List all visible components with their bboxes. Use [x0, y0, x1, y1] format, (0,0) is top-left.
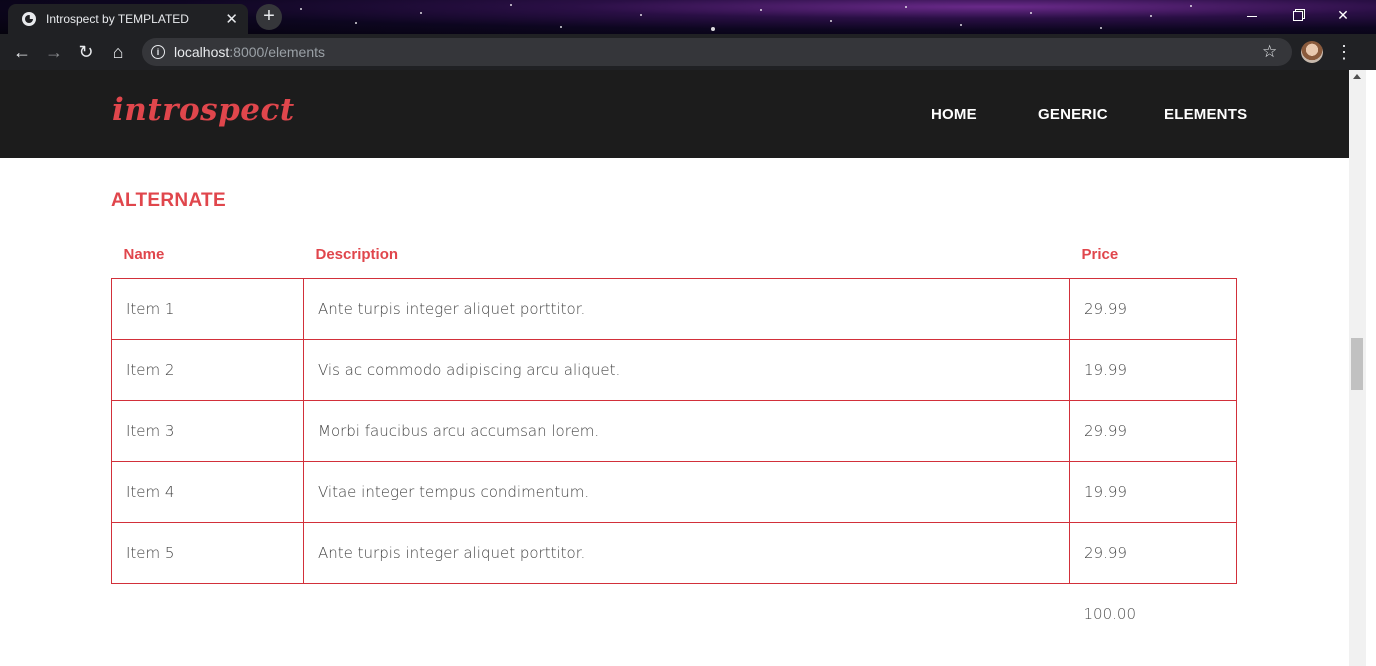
cell-price: 19.99: [1069, 461, 1237, 523]
table-header-row: Name Description Price: [112, 230, 1237, 279]
new-tab-button[interactable]: +: [256, 4, 282, 30]
info-icon[interactable]: i: [151, 45, 165, 59]
cell-description: Vitae integer tempus condimentum.: [303, 461, 1070, 523]
window-close-icon[interactable]: ✕: [1320, 0, 1366, 30]
nav-elements[interactable]: ELEMENTS: [1164, 106, 1247, 123]
cell-price: 19.99: [1069, 339, 1237, 401]
site-header: introspect HOME GENERIC ELEMENTS: [0, 70, 1349, 158]
url-path: :8000/elements: [229, 44, 325, 60]
table-row: Item 4 Vitae integer tempus condimentum.…: [111, 461, 1237, 523]
cell-name: Item 3: [111, 400, 304, 462]
header-price: Price: [1081, 245, 1119, 263]
globe-icon: [22, 12, 36, 26]
forward-icon[interactable]: →: [39, 34, 69, 70]
table-row: Item 5 Ante turpis integer aliquet portt…: [111, 522, 1237, 584]
header-description: Description: [315, 245, 399, 263]
scrollbar-thumb[interactable]: [1351, 338, 1363, 390]
cell-price: 29.99: [1069, 278, 1237, 340]
cell-description: Vis ac commodo adipiscing arcu aliquet.: [303, 339, 1070, 401]
alternate-table: Name Description Price Item 1 Ante turpi…: [111, 230, 1237, 644]
scroll-up-arrow-icon[interactable]: [1353, 74, 1361, 79]
cell-description: Ante turpis integer aliquet porttitor.: [303, 278, 1070, 340]
nav-home[interactable]: HOME: [931, 106, 977, 123]
address-bar[interactable]: i localhost:8000/elements: [142, 38, 1292, 66]
cell-name: Item 4: [111, 461, 304, 523]
section-title: ALTERNATE: [111, 190, 226, 211]
bookmark-star-icon[interactable]: ☆: [1262, 34, 1277, 70]
reload-icon[interactable]: ↻: [71, 34, 101, 70]
home-icon[interactable]: ⌂: [103, 34, 133, 70]
browser-toolbar: ← → ↻ ⌂ i localhost:8000/elements ☆ ⋮: [0, 34, 1376, 70]
tab-title: Introspect by TEMPLATED: [46, 12, 189, 26]
header-name: Name: [123, 245, 165, 263]
cell-name: Item 5: [111, 522, 304, 584]
footer-spacer: [112, 584, 1070, 645]
minimize-icon[interactable]: [1229, 0, 1275, 30]
table-footer-row: 100.00: [112, 584, 1237, 645]
cell-description: Ante turpis integer aliquet porttitor.: [303, 522, 1070, 584]
cell-description: Morbi faucibus arcu accumsan lorem.: [303, 400, 1070, 462]
browser-tab[interactable]: Introspect by TEMPLATED ✕: [8, 4, 248, 34]
table-row: Item 1 Ante turpis integer aliquet portt…: [111, 278, 1237, 340]
cell-name: Item 2: [111, 339, 304, 401]
site-logo[interactable]: introspect: [112, 92, 295, 128]
table-row: Item 2 Vis ac commodo adipiscing arcu al…: [111, 339, 1237, 401]
cell-price: 29.99: [1069, 400, 1237, 462]
menu-kebab-icon[interactable]: ⋮: [1334, 34, 1354, 70]
cell-name: Item 1: [111, 278, 304, 340]
cell-price: 29.99: [1069, 522, 1237, 584]
nav-generic[interactable]: GENERIC: [1038, 106, 1108, 123]
restore-icon[interactable]: [1275, 0, 1321, 30]
table-total: 100.00: [1083, 605, 1137, 623]
close-tab-icon[interactable]: ✕: [225, 12, 238, 27]
back-icon[interactable]: ←: [7, 34, 37, 70]
url-host: localhost: [174, 44, 230, 60]
browser-titlebar: Introspect by TEMPLATED ✕ + ✕: [0, 0, 1376, 34]
profile-avatar[interactable]: [1301, 41, 1323, 63]
page-scrollbar[interactable]: [1349, 70, 1366, 666]
table-row: Item 3 Morbi faucibus arcu accumsan lore…: [111, 400, 1237, 462]
page-viewport: introspect HOME GENERIC ELEMENTS ALTERNA…: [0, 70, 1376, 666]
